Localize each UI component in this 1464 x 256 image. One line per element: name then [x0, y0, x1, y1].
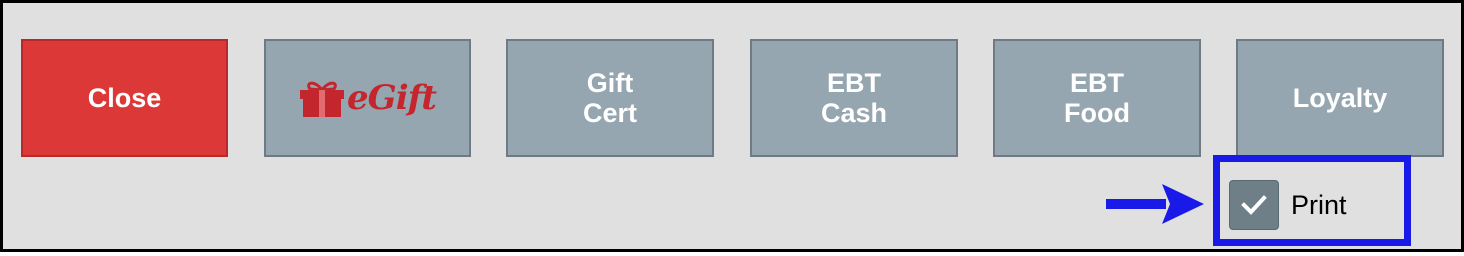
ebt-cash-label-line2: Cash	[820, 98, 888, 128]
ebt-food-label-line1: EBT	[1069, 68, 1124, 98]
right-arrow-icon	[1106, 184, 1204, 224]
ebt-cash-label-line1: EBT	[827, 68, 881, 98]
close-button-label: Close	[87, 83, 162, 113]
gift-cert-label-line1: Gift	[586, 68, 634, 98]
ebt-cash-button[interactable]: EBT Cash	[750, 39, 958, 157]
close-button[interactable]: Close	[21, 39, 228, 157]
print-checkbox[interactable]	[1229, 180, 1279, 230]
gift-box-icon	[300, 81, 345, 117]
loyalty-button[interactable]: Loyalty	[1236, 39, 1444, 157]
ebt-food-label-line2: Food	[1064, 98, 1130, 128]
egift-label: eGift	[347, 78, 437, 118]
print-option[interactable]: Print	[1229, 180, 1347, 230]
payment-options-panel: Close eGift Gift Cert EBT Cash EBT Food	[0, 0, 1464, 252]
egift-logo: eGift	[299, 78, 437, 118]
ebt-food-button[interactable]: EBT Food	[993, 39, 1201, 157]
print-label: Print	[1291, 189, 1347, 220]
egift-button[interactable]: eGift	[264, 39, 471, 157]
checkmark-icon	[1241, 195, 1267, 215]
loyalty-label: Loyalty	[1292, 83, 1388, 113]
gift-cert-button[interactable]: Gift Cert	[506, 39, 714, 157]
gift-cert-label-line2: Cert	[582, 98, 637, 128]
